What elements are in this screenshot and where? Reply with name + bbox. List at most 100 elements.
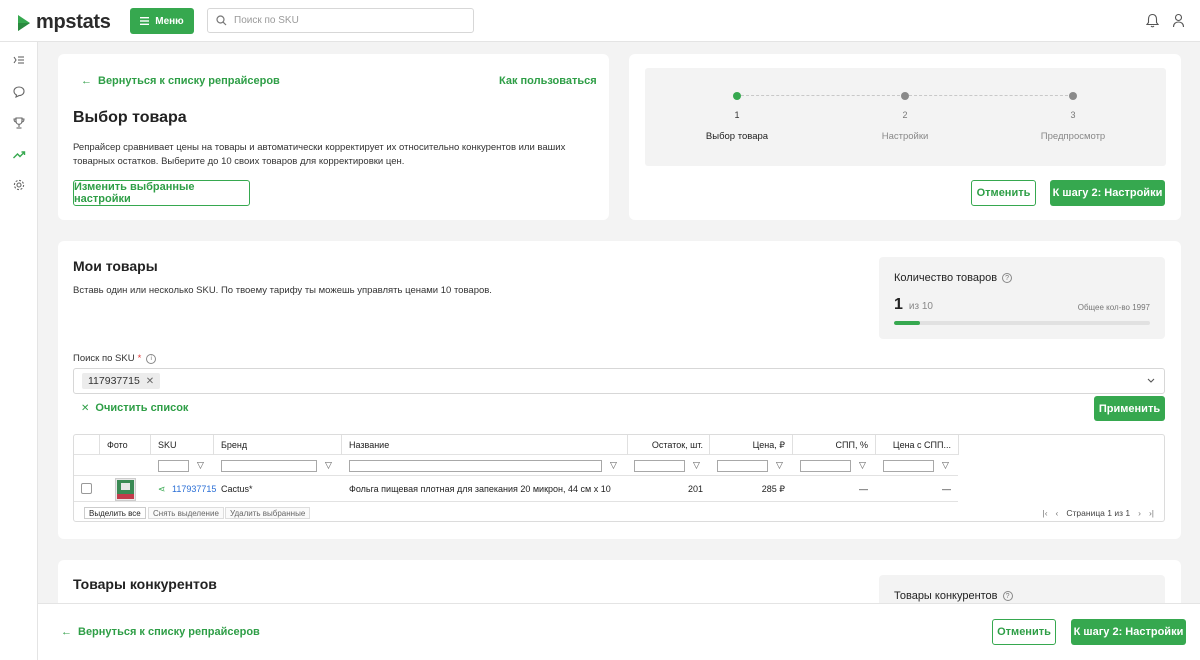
price-spp-filter-input[interactable] [883, 460, 934, 472]
help-icon[interactable]: ? [1002, 273, 1013, 284]
my-products-title: Мои товары [73, 258, 158, 274]
column-header-photo[interactable]: Фото [107, 435, 128, 455]
quantity-count: 1 из 10 [894, 296, 933, 314]
step-label-active: Выбор товара [705, 131, 769, 142]
back-to-repricers-link[interactable]: ← Вернуться к списку репрайсеров [81, 75, 280, 87]
column-header-price[interactable]: Цена, ₽ [709, 435, 785, 455]
filter-icon[interactable]: ▽ [776, 460, 783, 471]
bottom-cancel-button[interactable]: Отменить [992, 619, 1056, 645]
prev-page-icon[interactable]: ‹ [1056, 508, 1059, 518]
trending-up-icon[interactable] [12, 147, 26, 161]
step-label: Предпросмотр [1040, 131, 1106, 142]
page-title: Выбор товара [73, 109, 187, 126]
filter-icon[interactable]: ▽ [693, 460, 700, 471]
competitors-side-title: Товары конкурентов? [894, 590, 1013, 602]
spp-cell: — [859, 484, 868, 494]
filter-icon[interactable]: ▽ [942, 460, 949, 471]
delete-selected-button[interactable]: Удалить выбранные [225, 507, 311, 519]
sku-search-label: Поиск по SKU * i [73, 353, 157, 364]
hamburger-icon [140, 17, 150, 25]
arrow-left-icon: ← [61, 626, 72, 638]
column-header-sku[interactable]: SKU [158, 435, 177, 455]
quantity-progress-bar [894, 321, 1150, 325]
share-icon[interactable]: ⋖ [158, 484, 166, 495]
expand-sidebar-icon[interactable] [12, 53, 26, 67]
select-description: Репрайсер сравнивает цены на товары и ав… [73, 142, 566, 167]
bell-icon[interactable] [1146, 13, 1159, 28]
spp-filter-input[interactable] [800, 460, 851, 472]
sku-select[interactable]: 117937715 ✕ [73, 368, 1165, 394]
product-name-cell: Фольга пищевая плотная для запекания 20 … [349, 484, 611, 494]
column-header-name[interactable]: Название [349, 435, 389, 455]
first-page-icon[interactable]: |‹ [1043, 508, 1048, 518]
page-info: Страница 1 из 1 [1066, 508, 1131, 518]
logo[interactable]: mpstats [17, 11, 111, 34]
column-header-spp[interactable]: СПП, % [792, 435, 868, 455]
header-search[interactable] [207, 8, 474, 33]
competitors-side-title-text: Товары конкурентов [894, 590, 998, 602]
products-table: Фото SKU Бренд Название Остаток, шт. Цен… [73, 434, 1165, 522]
quantity-of: из 10 [908, 301, 933, 312]
filter-icon[interactable]: ▽ [197, 460, 204, 471]
gear-icon[interactable] [12, 178, 26, 192]
price-filter-input[interactable] [717, 460, 768, 472]
step-dot-active [733, 92, 741, 100]
step-connector [909, 95, 1073, 96]
chevron-down-icon[interactable] [1147, 378, 1155, 384]
sku-filter-input[interactable] [158, 460, 189, 472]
trophy-icon[interactable] [12, 116, 26, 130]
user-icon[interactable] [1172, 13, 1185, 28]
bottom-back-link[interactable]: ← Вернуться к списку репрайсеров [61, 626, 260, 638]
product-photo[interactable] [115, 478, 136, 501]
competitors-title: Товары конкурентов [73, 576, 217, 592]
clear-list-link[interactable]: ✕ Очистить список [81, 402, 188, 414]
quantity-box: Количество товаров? 1 из 10 Общее кол-во… [879, 257, 1165, 339]
close-icon[interactable]: ✕ [146, 376, 154, 387]
price-cell: 285 ₽ [761, 483, 785, 494]
brand-filter-input[interactable] [221, 460, 317, 472]
quantity-progress-fill [894, 321, 920, 325]
change-settings-button[interactable]: Изменить выбранные настройки [73, 180, 250, 206]
menu-button[interactable]: Меню [130, 8, 194, 34]
sku-link[interactable]: 117937715 [172, 476, 216, 502]
last-page-icon[interactable]: ›| [1149, 508, 1154, 518]
pagination: |‹ ‹ Страница 1 из 1 › ›| [1043, 508, 1155, 518]
price-spp-cell: — [942, 484, 951, 494]
close-icon: ✕ [81, 402, 90, 414]
how-to-use-link[interactable]: Как пользоваться [499, 75, 597, 87]
row-checkbox[interactable] [81, 483, 92, 494]
quantity-title: Количество товаров? [894, 272, 1013, 284]
stock-cell: 201 [687, 484, 703, 494]
step-dot [901, 92, 909, 100]
sidebar [0, 42, 38, 660]
step-connector [741, 95, 905, 96]
name-filter-input[interactable] [349, 460, 602, 472]
deselect-button[interactable]: Снять выделение [148, 507, 224, 519]
info-icon[interactable]: i [146, 353, 157, 364]
bottom-next-step-button[interactable]: К шагу 2: Настройки [1071, 619, 1186, 645]
chat-icon[interactable] [12, 85, 26, 99]
cancel-button[interactable]: Отменить [971, 180, 1036, 206]
select-all-button[interactable]: Выделить все [84, 507, 146, 519]
select-product-card: ← Вернуться к списку репрайсеров Как пол… [58, 54, 609, 220]
header-search-input[interactable] [234, 15, 454, 26]
sku-tag: 117937715 ✕ [82, 373, 161, 389]
column-header-price-spp[interactable]: Цена с СПП... [875, 435, 951, 455]
mpstats-logo-icon [18, 14, 30, 31]
next-step-button[interactable]: К шагу 2: Настройки [1050, 180, 1165, 206]
column-header-brand[interactable]: Бренд [221, 435, 247, 455]
column-header-stock[interactable]: Остаток, шт. [627, 435, 703, 455]
stepper: 1 2 3 Выбор товара Настройки Предпросмот… [645, 68, 1166, 166]
help-icon[interactable]: ? [1002, 591, 1013, 602]
back-link-label: Вернуться к списку репрайсеров [98, 75, 280, 87]
filter-icon[interactable]: ▽ [859, 460, 866, 471]
apply-button[interactable]: Применить [1094, 396, 1165, 421]
filter-icon[interactable]: ▽ [610, 460, 617, 471]
next-page-icon[interactable]: › [1138, 508, 1141, 518]
filter-icon[interactable]: ▽ [325, 460, 332, 471]
step-number: 3 [1070, 110, 1076, 120]
sku-tag-label: 117937715 [88, 375, 140, 387]
step-dot [1069, 92, 1077, 100]
bottom-action-bar: ← Вернуться к списку репрайсеров Отменит… [38, 603, 1200, 660]
stock-filter-input[interactable] [634, 460, 685, 472]
